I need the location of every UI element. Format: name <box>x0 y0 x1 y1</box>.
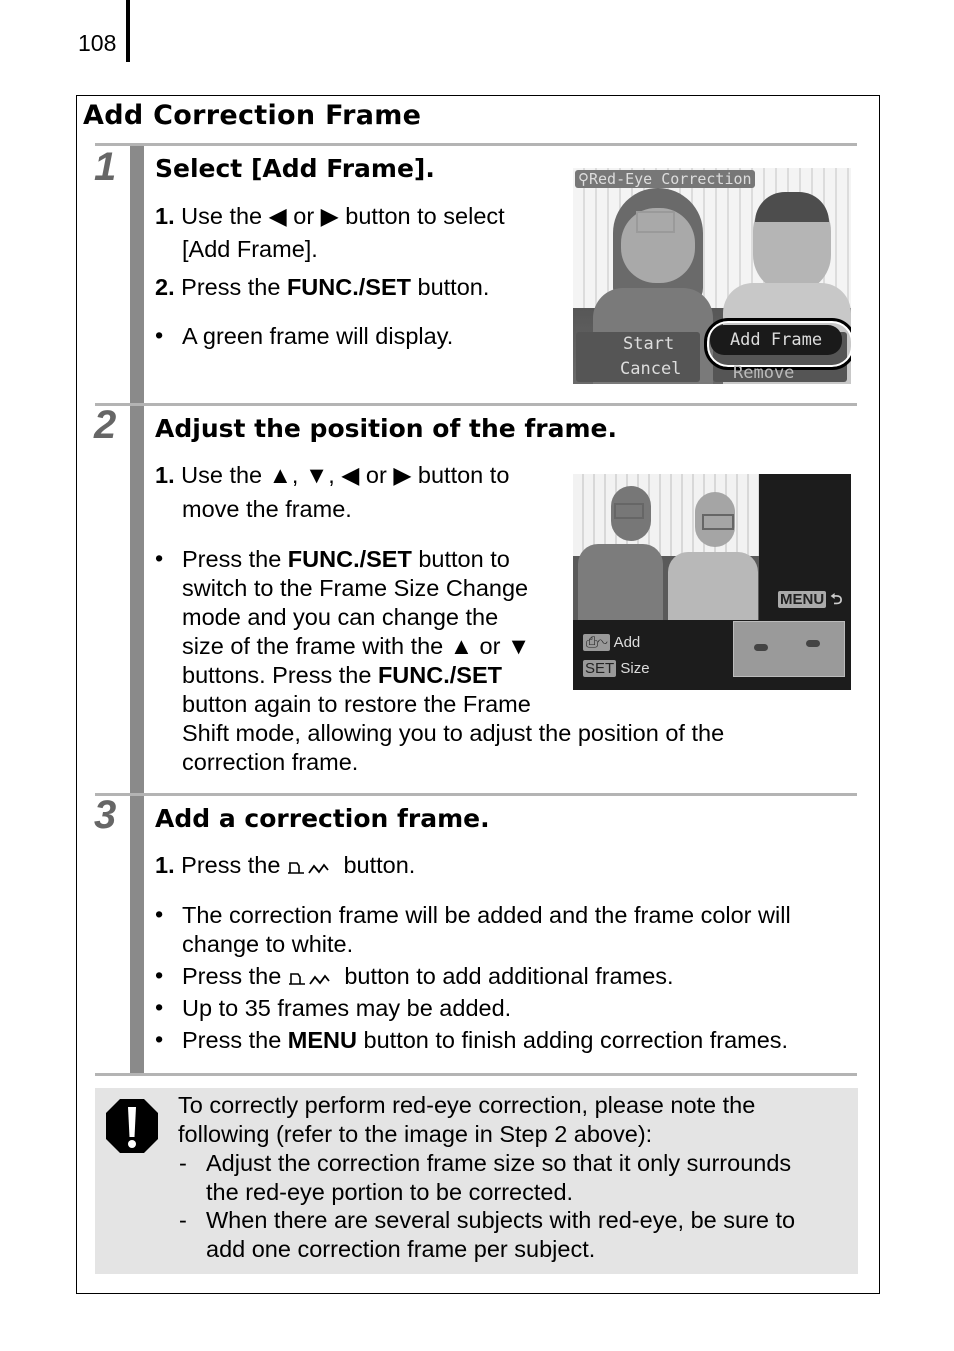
bullet-text: A green frame will display. <box>182 323 454 349</box>
size-hint: SET Size <box>583 660 650 677</box>
dash-icon: - <box>179 1150 187 1176</box>
print-share-icon <box>287 861 329 874</box>
item-number: 2. <box>155 274 175 300</box>
instruction-item: 2. Press the FUNC./SET button. <box>155 273 489 302</box>
step-divider <box>95 793 857 796</box>
add-hint: ⎙∿ Add <box>583 634 640 651</box>
instruction-item-cont: [Add Frame]. <box>182 236 318 262</box>
note-item: Adjust the correction frame size so that… <box>206 1150 792 1205</box>
note-item: When there are several subjects with red… <box>206 1207 796 1262</box>
step-bar <box>130 146 144 404</box>
bullet-icon: • <box>155 994 164 1020</box>
print-share-icon <box>288 972 330 985</box>
caution-icon <box>106 1099 158 1153</box>
instruction-item: 1. Use the ◀ or ▶ button to select <box>155 202 505 231</box>
step-divider <box>95 143 857 146</box>
screen-title: ⚲Red-Eye Correction <box>575 170 755 188</box>
section-title: Add Correction Frame <box>83 100 422 131</box>
bullet-icon: • <box>155 545 164 571</box>
item-text: Use the ▲, ▼, ◀ or ▶ button to <box>181 462 510 488</box>
bullet-icon: • <box>155 1026 164 1052</box>
camera-screen-frame-adjust: MENU ⮌ ⎙∿ Add SET Size <box>573 474 851 690</box>
zoom-preview <box>733 621 845 677</box>
correction-frame <box>702 514 734 530</box>
dash-icon: - <box>179 1207 187 1233</box>
item-number: 1. <box>155 203 175 229</box>
item-text: Use the ◀ or ▶ button to select <box>181 203 505 229</box>
page-number: 108 <box>78 30 117 56</box>
camera-screen-red-eye-menu: ⚲Red-Eye Correction Start Add Frame Canc… <box>573 168 851 384</box>
step-number: 3 <box>94 793 117 837</box>
item-text: Press the <box>181 274 287 300</box>
bullet-text: The correction frame will be added and t… <box>182 902 791 957</box>
menu-add-frame[interactable]: Add Frame <box>710 325 842 355</box>
step-bar <box>130 406 144 795</box>
item-text: button. <box>410 274 490 300</box>
step-title: Select [Add Frame]. <box>155 154 435 183</box>
step-title: Adjust the position of the frame. <box>155 414 618 443</box>
step-title: Add a correction frame. <box>155 804 490 833</box>
item-text: button. <box>336 852 416 878</box>
menu-back-label: MENU ⮌ <box>778 591 843 608</box>
menu-cancel[interactable]: Cancel <box>620 359 681 379</box>
menu-remove-frame[interactable]: Remove Frame <box>733 363 851 384</box>
bullet-icon: • <box>155 962 164 988</box>
instruction-item: 1. Use the ▲, ▼, ◀ or ▶ button to <box>155 461 509 490</box>
bullet-icon: • <box>155 901 164 927</box>
item-number: 1. <box>155 852 175 878</box>
step-bar <box>130 796 144 1073</box>
item-text: Press the <box>181 852 287 878</box>
bullet-text: Up to 35 frames may be added. <box>182 995 512 1021</box>
step-divider <box>95 1073 857 1076</box>
correction-frame <box>614 503 644 519</box>
instruction-item: 1. Press the button. <box>155 851 415 880</box>
button-name: FUNC./SET <box>286 274 411 300</box>
bullet-text: Press the MENU button to finish adding c… <box>182 1027 789 1053</box>
step-number: 1 <box>94 145 117 189</box>
step-divider <box>95 403 857 406</box>
correction-frame <box>636 211 675 233</box>
page-margin-bar <box>126 0 130 62</box>
bullet-text: Press the button to add additional frame… <box>182 963 674 989</box>
instruction-item-cont: move the frame. <box>182 496 352 522</box>
note-text: To correctly perform red-eye correction,… <box>178 1092 756 1147</box>
bullet-icon: • <box>155 322 164 348</box>
menu-start[interactable]: Start <box>623 334 674 354</box>
step-number: 2 <box>94 403 117 447</box>
item-number: 1. <box>155 462 175 488</box>
